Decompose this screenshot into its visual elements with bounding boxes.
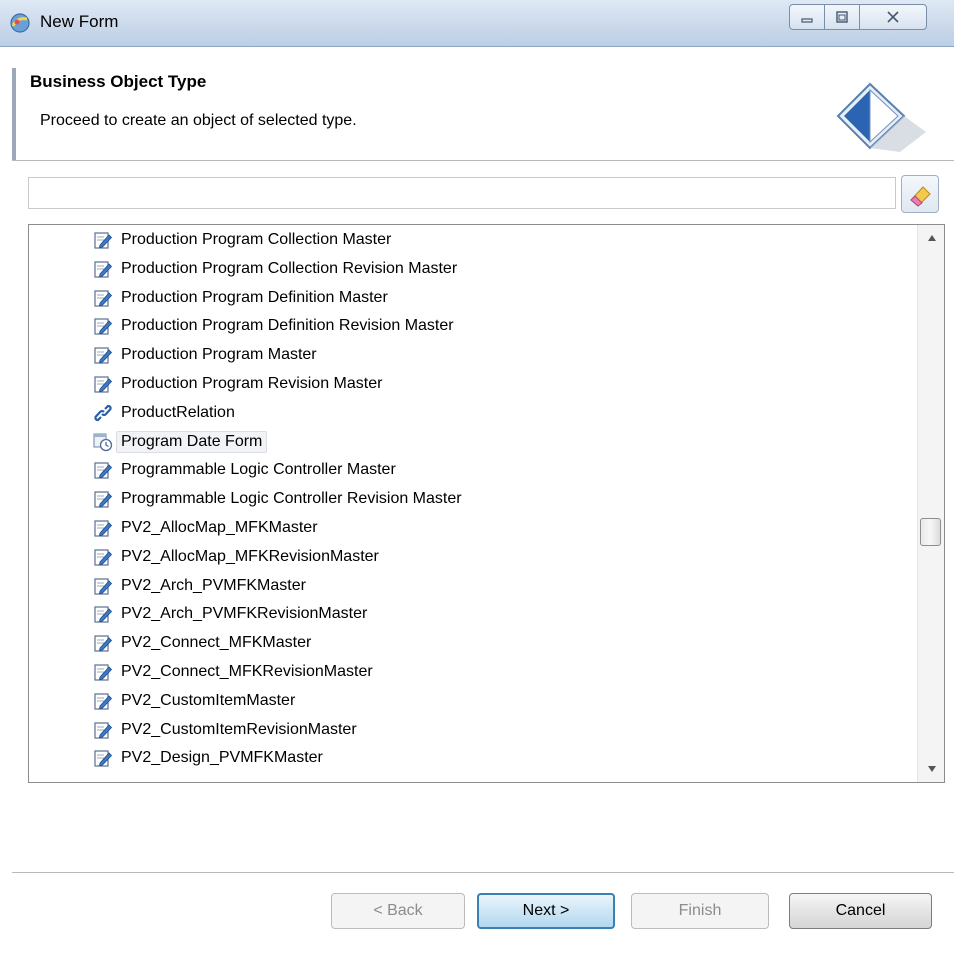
arrow-down-icon	[927, 766, 936, 772]
form-edit-icon	[93, 518, 113, 538]
form-edit-icon	[93, 662, 113, 682]
relation-link-icon	[93, 403, 113, 423]
form-edit-icon	[93, 547, 113, 567]
list-item-label: Production Program Collection Master	[121, 231, 392, 248]
title-bar: New Form	[0, 0, 954, 47]
list-item[interactable]: PV2_Arch_PVMFKMaster	[93, 573, 306, 599]
list-item-label: Production Program Definition Revision M…	[121, 317, 454, 335]
list-item-label: PV2_Connect_MFKMaster	[121, 634, 312, 652]
form-edit-icon	[93, 345, 113, 365]
finish-button[interactable]: Finish	[631, 893, 769, 929]
list-item[interactable]: Production Program Revision Master	[93, 371, 382, 397]
vertical-scrollbar[interactable]	[917, 225, 944, 782]
scroll-down-button[interactable]	[918, 756, 944, 782]
list-item[interactable]: PV2_CustomItemRevisionMaster	[93, 717, 357, 743]
list-item-label: Programmable Logic Controller Master	[121, 461, 396, 479]
minimize-icon	[790, 5, 824, 29]
maximize-icon	[825, 5, 859, 29]
filter-input[interactable]	[28, 177, 896, 209]
object-type-list[interactable]: Production Program Collection Master Prod…	[28, 224, 945, 783]
form-edit-icon	[93, 720, 113, 740]
list-item[interactable]: Production Program Collection Master	[93, 227, 391, 253]
list-item[interactable]: Production Program Definition Master	[93, 285, 388, 311]
list-item[interactable]: PV2_CustomItemMaster	[93, 688, 295, 714]
list-item-label: PV2_Arch_PVMFKRevisionMaster	[121, 605, 368, 623]
list-item[interactable]: Production Program Definition Revision M…	[93, 313, 454, 339]
list-item-label: Production Program Master	[121, 346, 317, 364]
form-edit-icon	[93, 748, 113, 768]
eraser-icon	[910, 186, 931, 207]
form-edit-icon	[93, 259, 113, 279]
close-button[interactable]	[859, 4, 927, 30]
scroll-thumb[interactable]	[920, 518, 941, 547]
list-item[interactable]: ProductRelation	[93, 400, 235, 426]
wizard-header: Business Object Type Proceed to create a…	[12, 56, 954, 161]
maximize-button[interactable]	[824, 4, 860, 30]
list-item-label: Programmable Logic Controller Revision M…	[121, 490, 462, 508]
list-item[interactable]: PV2_Design_PVMFKMaster	[93, 745, 323, 771]
form-edit-icon	[93, 604, 113, 624]
list-item-label: PV2_Connect_MFKRevisionMaster	[121, 663, 373, 680]
form-edit-icon	[93, 576, 113, 596]
form-edit-icon	[93, 633, 113, 653]
next-button[interactable]: Next >	[477, 893, 615, 929]
list-item-label: Program Date Form	[116, 430, 268, 453]
close-icon	[860, 5, 926, 29]
page-title: Business Object Type	[30, 72, 207, 91]
form-edit-icon	[93, 230, 113, 250]
list-item-label: PV2_Arch_PVMFKMaster	[121, 576, 306, 594]
page-description: Proceed to create an object of selected …	[40, 112, 357, 129]
wizard-diamond-icon	[836, 82, 926, 152]
list-item[interactable]: PV2_Connect_MFKRevisionMaster	[93, 659, 373, 685]
header-accent-bar	[12, 68, 16, 160]
list-item-label: PV2_CustomItemRevisionMaster	[121, 720, 357, 738]
form-edit-icon	[93, 691, 113, 711]
list-item-label: PV2_CustomItemMaster	[121, 691, 296, 709]
list-item-label: PV2_Design_PVMFKMaster	[121, 749, 323, 767]
form-edit-icon	[93, 489, 113, 509]
list-item[interactable]: Production Program Master	[93, 342, 317, 368]
form-edit-icon	[93, 288, 113, 308]
clear-filter-button[interactable]	[901, 175, 939, 213]
form-edit-icon	[93, 374, 113, 394]
list-item-label: ProductRelation	[121, 403, 235, 421]
window-title: New Form	[40, 12, 119, 31]
list-item[interactable]: PV2_Connect_MFKMaster	[93, 630, 311, 656]
list-item-label: Production Program Collection Revision M…	[121, 259, 458, 277]
minimize-button[interactable]	[789, 4, 825, 30]
app-icon	[10, 13, 30, 33]
form-edit-icon	[93, 316, 113, 336]
arrow-up-icon	[927, 235, 936, 241]
list-item[interactable]: Production Program Collection Revision M…	[93, 256, 457, 282]
list-item-label: PV2_AllocMap_MFKRevisionMaster	[121, 547, 379, 565]
list-item[interactable]: Program Date Form	[93, 429, 268, 455]
list-item[interactable]: PV2_AllocMap_MFKRevisionMaster	[93, 544, 379, 570]
list-item-label: Production Program Definition Master	[121, 288, 388, 306]
date-form-icon	[93, 432, 113, 452]
form-edit-icon	[93, 460, 113, 480]
list-item[interactable]: Programmable Logic Controller Revision M…	[93, 486, 462, 512]
list-item[interactable]: PV2_AllocMap_MFKMaster	[93, 515, 318, 541]
list-item[interactable]: Programmable Logic Controller Master	[93, 457, 396, 483]
cancel-button[interactable]: Cancel	[789, 893, 932, 929]
scroll-up-button[interactable]	[918, 225, 944, 251]
list-item-label: PV2_AllocMap_MFKMaster	[121, 519, 318, 536]
list-item[interactable]: PV2_Arch_PVMFKRevisionMaster	[93, 601, 367, 627]
back-button[interactable]: < Back	[331, 893, 465, 929]
list-item-label: Production Program Revision Master	[121, 375, 383, 392]
button-bar-divider	[12, 872, 954, 873]
